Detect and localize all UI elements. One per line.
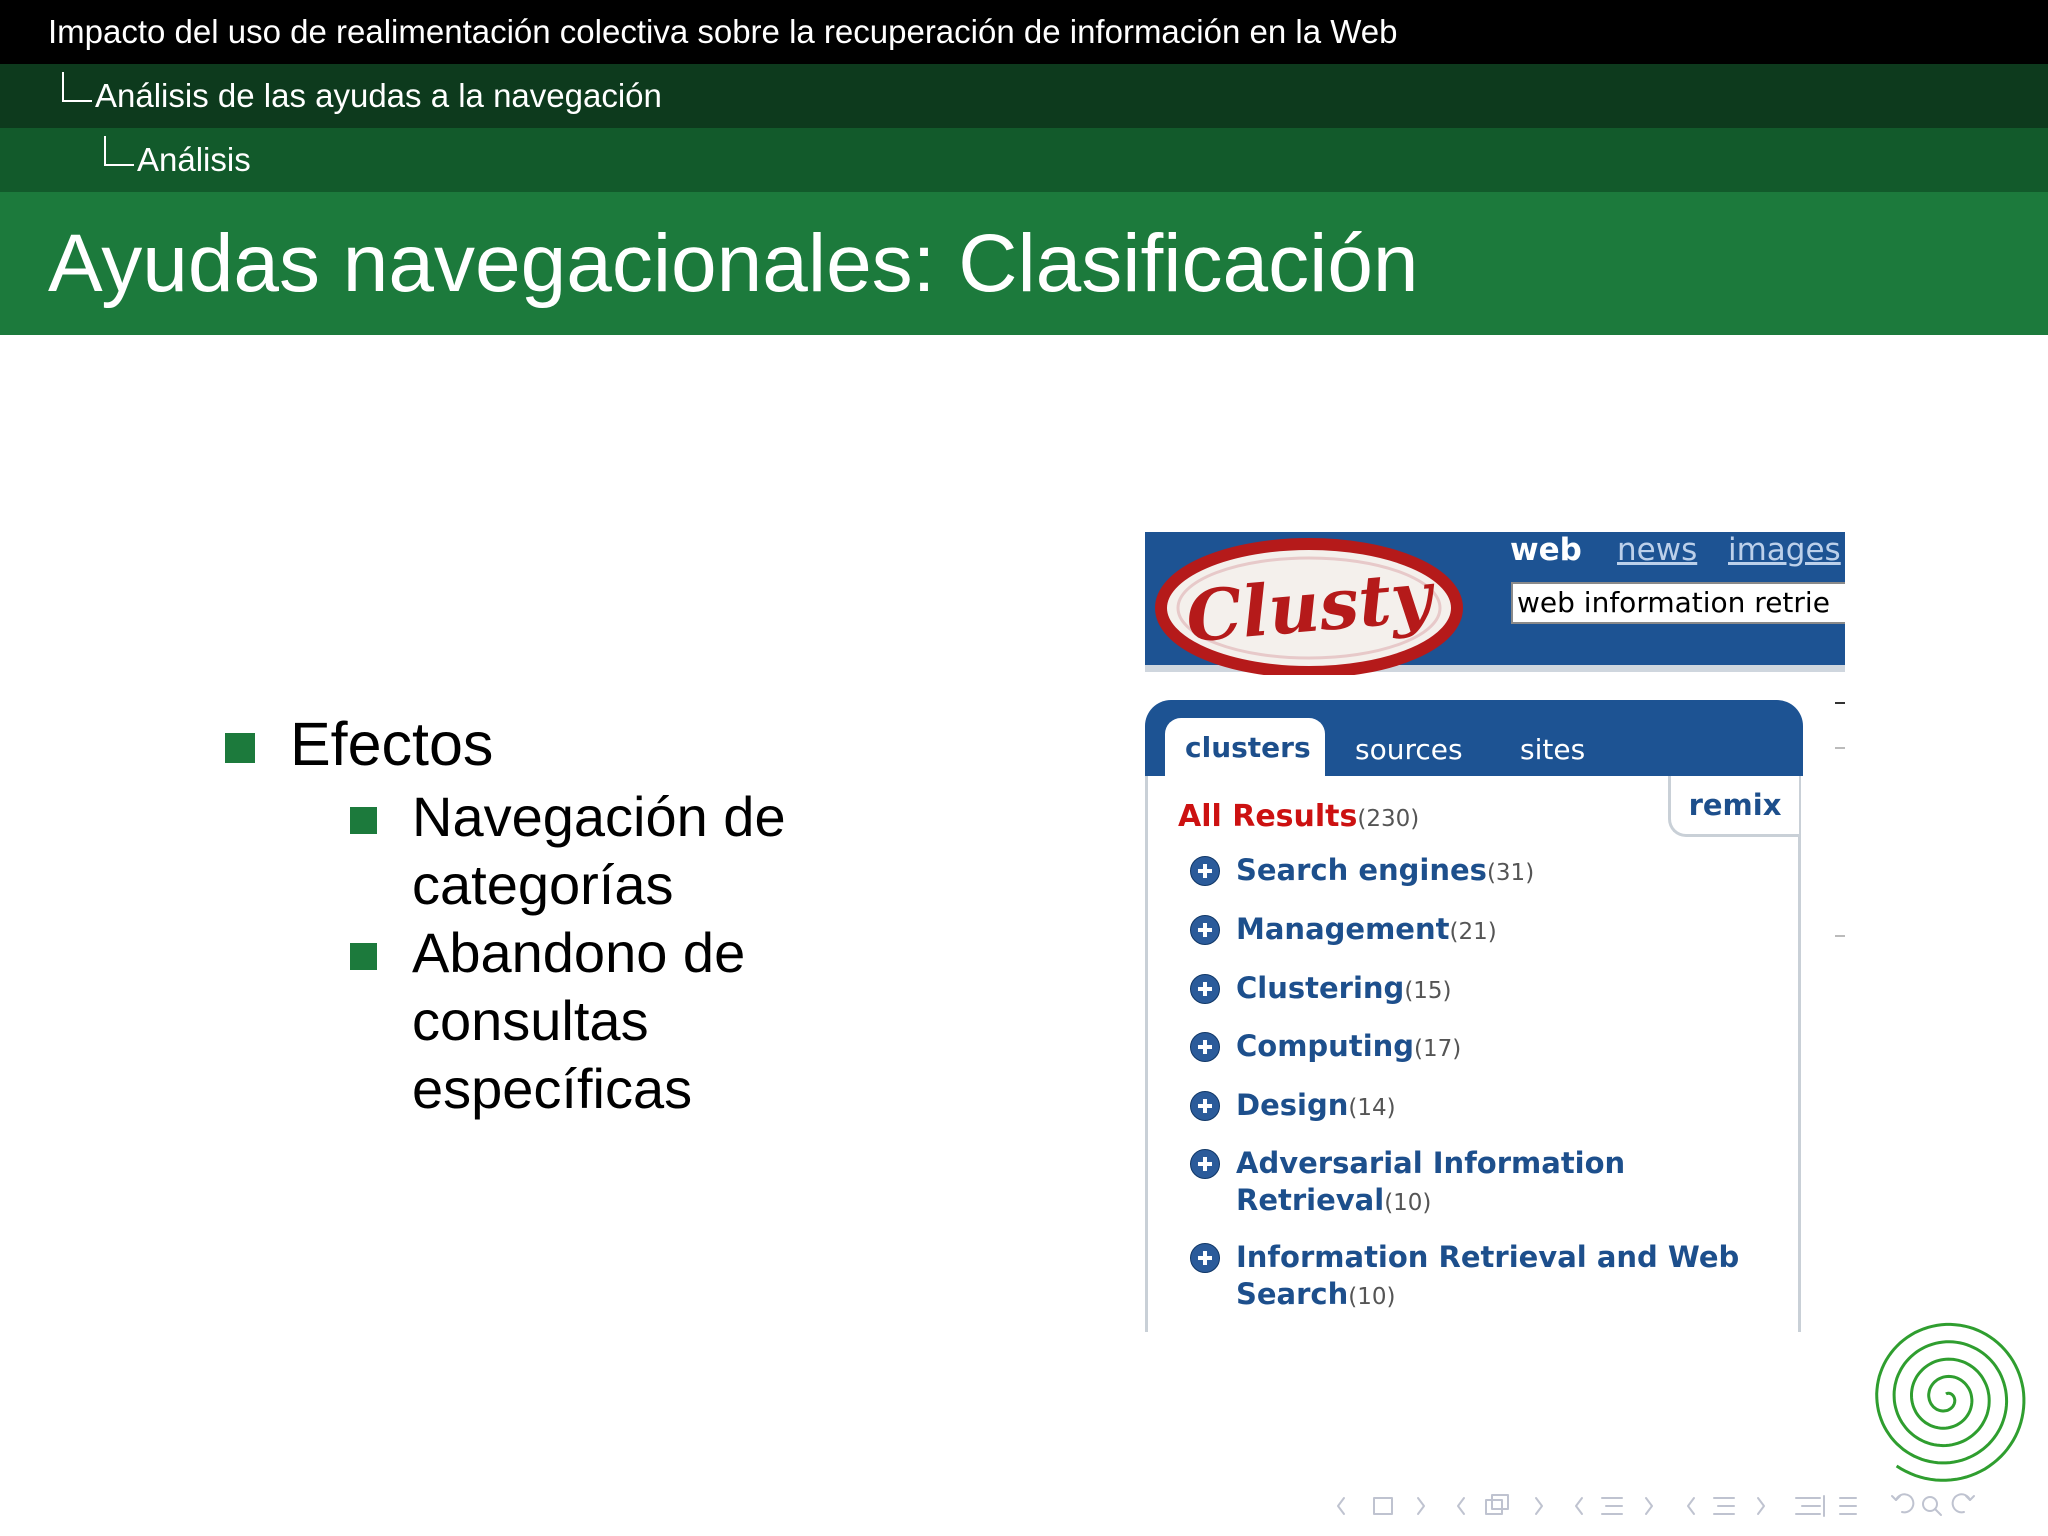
cluster-name: Design (1236, 1088, 1349, 1122)
cluster-count: (15) (1404, 978, 1452, 1004)
cluster-name: Search engines (1236, 853, 1487, 887)
square-bullet-icon (350, 943, 377, 970)
square-bullet-icon (225, 733, 255, 763)
bullet-text: Efectos (290, 710, 494, 778)
cluster-count: (10) (1348, 1284, 1396, 1310)
subsection-bar: Análisis (0, 128, 2048, 192)
all-results-label: All Results (1178, 799, 1358, 834)
beamer-navigation-bar (1337, 1493, 1975, 1517)
cluster-count: (31) (1486, 860, 1535, 886)
expand-plus-icon[interactable] (1190, 915, 1220, 945)
all-results-link[interactable]: All Results(230) (1178, 797, 1419, 839)
sub-bullet-item: Abandono de consultas específicas (350, 919, 842, 1123)
remix-button[interactable]: remix (1668, 776, 1799, 837)
section-title: Análisis de las ayudas a la navegación (95, 77, 662, 114)
next-subsection-icon[interactable] (1645, 1497, 1653, 1515)
slide-title: Ayudas navegacionales: Clasificación (48, 218, 1419, 309)
slide-icon[interactable] (1373, 1497, 1393, 1515)
search-icon[interactable] (1922, 1496, 1942, 1516)
prev-section-icon[interactable] (1687, 1497, 1695, 1515)
next-slide-icon[interactable] (1417, 1497, 1425, 1515)
nav-news-link[interactable]: news (1617, 532, 1697, 568)
bullet-item: Efectos (222, 705, 842, 783)
presentation-title: Impacto del uso de realimentación colect… (48, 13, 1398, 50)
expand-plus-icon[interactable] (1190, 1091, 1220, 1121)
sub-bullet-list: Navegación de categorías Abandono de con… (350, 783, 842, 1123)
tree-connector-icon (104, 136, 134, 166)
all-results-count: (230) (1357, 806, 1420, 832)
cluster-name: Information Retrieval and Web Search (1236, 1240, 1740, 1311)
clusty-screenshot: Clusty web news images web information r… (1145, 532, 1845, 1332)
square-bullet-icon (350, 807, 377, 834)
prev-slide-icon[interactable] (1337, 1497, 1345, 1515)
section-bar: Análisis de las ayudas a la navegación (0, 64, 2048, 128)
clusty-logo: Clusty (1155, 538, 1463, 675)
search-input[interactable]: web information retrie (1511, 582, 1845, 624)
forward-icon[interactable] (1951, 1493, 1975, 1514)
frame-icon[interactable] (1485, 1494, 1509, 1515)
subsection-icon[interactable] (1601, 1497, 1623, 1515)
sub-bullet-item: Navegación de categorías (350, 783, 842, 919)
prev-subsection-icon[interactable] (1575, 1497, 1583, 1515)
document-start-icon[interactable] (1795, 1495, 1825, 1517)
next-section-icon[interactable] (1757, 1497, 1765, 1515)
expand-plus-icon[interactable] (1190, 1032, 1220, 1062)
section-icon[interactable] (1713, 1497, 1735, 1515)
nav-web-link[interactable]: web (1510, 532, 1582, 568)
sub-bullet-text: Abandono de consultas específicas (412, 921, 746, 1120)
expand-plus-icon[interactable] (1190, 1243, 1220, 1273)
back-icon[interactable] (1891, 1493, 1915, 1514)
cut-edge-mark (1835, 935, 1845, 937)
subsection-title: Análisis (137, 141, 251, 178)
expand-plus-icon[interactable] (1190, 974, 1220, 1004)
cut-edge-mark (1835, 747, 1845, 749)
presentation-title-bar: Impacto del uso de realimentación colect… (0, 0, 2048, 64)
expand-plus-icon[interactable] (1190, 856, 1220, 886)
cluster-name: Computing (1236, 1029, 1415, 1063)
cluster-count: (21) (1449, 919, 1497, 945)
tab-clusters[interactable]: clusters (1185, 728, 1311, 768)
prev-frame-icon[interactable] (1457, 1497, 1465, 1515)
cluster-name: Clustering (1236, 971, 1405, 1005)
cluster-count: (14) (1348, 1095, 1396, 1121)
next-frame-icon[interactable] (1535, 1497, 1543, 1515)
tab-sources[interactable]: sources (1355, 730, 1463, 770)
nav-images-link[interactable]: images (1728, 532, 1841, 568)
tree-connector-icon (62, 72, 92, 102)
sub-bullet-text: Navegación de categorías (412, 785, 786, 916)
cluster-count: (17) (1414, 1036, 1462, 1062)
tab-sites[interactable]: sites (1520, 730, 1585, 770)
spiral-logo-icon (1875, 1322, 2026, 1482)
slide-title-bar: Ayudas navegacionales: Clasificación (0, 192, 2048, 335)
expand-plus-icon[interactable] (1190, 1149, 1220, 1179)
document-end-icon[interactable] (1839, 1497, 1857, 1515)
cluster-count: (10) (1384, 1190, 1432, 1216)
bullet-list: Efectos Navegación de categorías Abandon… (222, 705, 842, 1123)
cluster-name: Management (1236, 912, 1450, 946)
cut-edge-mark (1835, 702, 1845, 704)
